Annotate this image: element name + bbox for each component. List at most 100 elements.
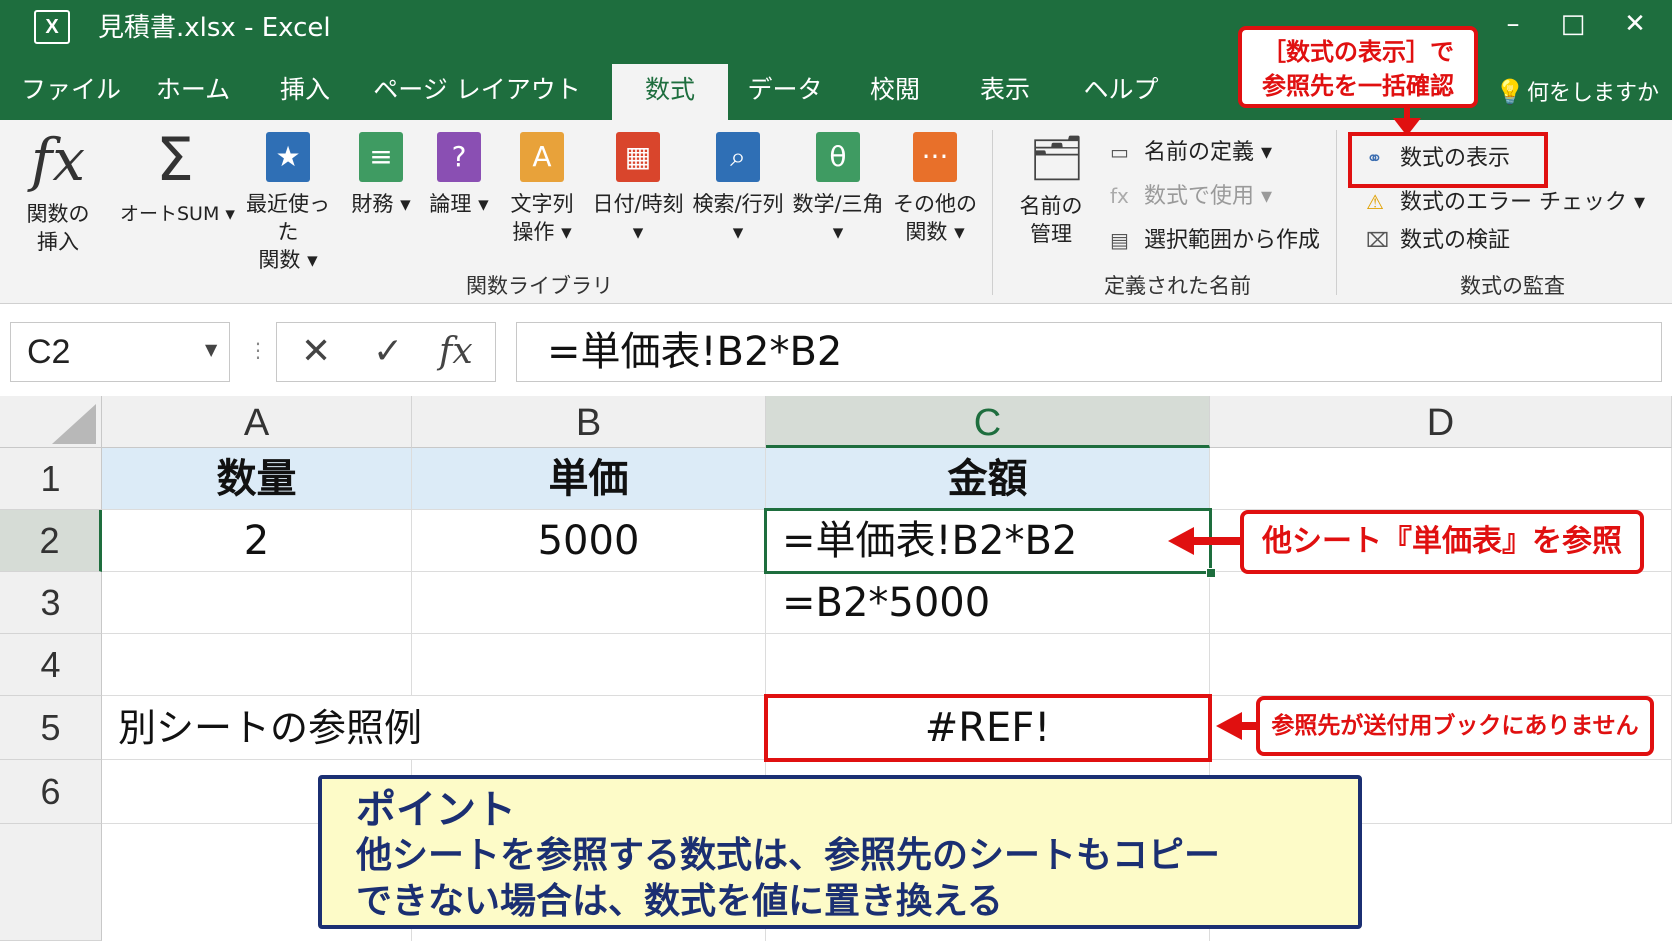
column-header-c[interactable]: C [766,396,1210,448]
name-box[interactable]: C2 [10,322,230,382]
column-header-d[interactable]: D [1210,396,1672,448]
define-name-button[interactable]: ▭ 名前の定義 ▾ [1110,136,1272,169]
financial-button[interactable]: ≡ 財務 ▾ [346,132,416,218]
autosum-button[interactable]: Σ オートSUM ▾ [120,125,235,228]
row-header-1[interactable]: 1 [0,448,102,510]
tab-page-layout[interactable]: ページ レイアウト [372,64,582,120]
group-label-function-library: 関数ライブラリ [466,274,613,298]
point-note-box: ポイント 他シートを参照する数式は、参照先のシートもコピー できない場合は、数式… [318,775,1362,929]
table-icon: ▤ [1110,228,1129,252]
cell-a3[interactable] [102,572,412,634]
maximize-button[interactable]: □ [1548,6,1598,42]
column-header-b[interactable]: B [412,396,766,448]
tab-data[interactable]: データ [740,64,830,120]
name-manager-button[interactable]: 🗂 名前の 管理 [1008,134,1094,248]
callout-arrow-head [1216,712,1242,740]
date-time-button[interactable]: ▦ 日付/時刻 ▾ [590,132,686,246]
ref-error-callout: 参照先が送付用ブックにありません [1256,696,1654,756]
more-functions-button[interactable]: ··· その他の 関数 ▾ [890,132,980,246]
tab-home[interactable]: ホーム [138,64,248,120]
lightbulb-icon: 💡 [1495,78,1525,106]
tell-me-label: 何をしますか [1527,81,1660,106]
enter-icon[interactable]: ✓ [373,329,403,375]
select-all-button[interactable] [0,396,102,448]
use-in-formula-button[interactable]: fx 数式で使用 ▾ [1110,180,1272,213]
formula-bar-grip-icon: ⋮ [248,338,268,362]
show-formulas-highlight [1348,132,1548,188]
active-cell-border [764,508,1212,574]
cell-a2[interactable]: 2 [102,510,412,572]
formula-bar-buttons: ✕ ✓ fx [276,322,496,382]
question-book-icon: ? [437,132,481,182]
star-book-icon: ★ [266,132,310,182]
cell-b3[interactable] [412,572,766,634]
insert-function-button[interactable]: fx 関数の 挿入 [18,128,98,256]
tab-review[interactable]: 校閲 [852,64,938,120]
fill-handle[interactable] [1206,568,1216,578]
row-header-blank [0,824,102,941]
sigma-icon: Σ [156,125,194,195]
tab-insert[interactable]: 挿入 [260,64,350,120]
logical-button[interactable]: ? 論理 ▾ [424,132,494,218]
tab-view[interactable]: 表示 [962,64,1048,120]
cell-b2[interactable]: 5000 [412,510,766,572]
row-header-5[interactable]: 5 [0,696,102,760]
chevron-down-icon[interactable]: ▼ [205,340,217,359]
warning-icon: ⚠ [1366,190,1384,214]
fx-small-icon: fx [1110,184,1129,208]
tab-help[interactable]: ヘルプ [1070,64,1172,120]
callout-arrow-head [1393,118,1421,136]
cancel-icon[interactable]: ✕ [301,329,331,375]
point-title: ポイント [356,787,516,833]
minimize-button[interactable]: – [1488,6,1538,42]
cell-a5[interactable]: 別シートの参照例 [102,696,766,760]
theta-book-icon: θ [816,132,860,182]
group-separator [992,130,993,295]
row-header-2[interactable]: 2 [0,510,102,572]
text-book-icon: A [520,132,564,182]
cell-b1[interactable]: 単価 [412,448,766,510]
row-header-6[interactable]: 6 [0,760,102,824]
tag-icon: ▭ [1110,140,1129,164]
create-from-selection-button[interactable]: ▤ 選択範囲から作成 [1110,224,1320,257]
evaluate-formula-button[interactable]: ⌧ 数式の検証 [1366,224,1510,257]
cell-d3[interactable] [1210,572,1672,634]
cell-c3[interactable]: =B2*5000 [766,572,1210,634]
group-label-defined-names: 定義された名前 [1104,274,1251,298]
cell-b4[interactable] [412,634,766,696]
cell-d1[interactable] [1210,448,1672,510]
formula-input[interactable]: =単価表!B2*B2 [516,322,1662,382]
evaluate-icon: ⌧ [1366,228,1390,252]
tab-formulas[interactable]: 数式 [612,64,728,120]
text-button[interactable]: A 文字列 操作 ▾ [504,132,580,246]
money-book-icon: ≡ [359,132,403,182]
callout-arrow-shaft [1192,537,1240,545]
column-header-a[interactable]: A [102,396,412,448]
name-manager-icon: 🗂 [1029,133,1085,184]
insert-function-icon[interactable]: fx [439,329,473,375]
callout-arrow-shaft [1240,722,1258,730]
recently-used-button[interactable]: ★ 最近使った 関数 ▾ [236,132,340,274]
tell-me-search[interactable]: 💡何をしますか [1495,72,1659,114]
select-all-triangle [52,404,96,444]
cell-c1[interactable]: 金額 [766,448,1210,510]
row-header-4[interactable]: 4 [0,634,102,696]
tab-file[interactable]: ファイル [10,64,132,120]
cell-c4[interactable] [766,634,1210,696]
more-book-icon: ··· [913,132,957,182]
fx-icon: fx [30,126,86,194]
close-button[interactable]: ✕ [1610,6,1660,42]
math-trig-button[interactable]: θ 数学/三角 ▾ [790,132,886,246]
ref-error-highlight [764,694,1212,762]
cell-a4[interactable] [102,634,412,696]
cell-d4[interactable] [1210,634,1672,696]
error-checking-button[interactable]: ⚠ 数式のエラー チェック ▾ [1366,186,1645,219]
callout-arrow-head [1168,527,1194,555]
search-book-icon: ⌕ [716,132,760,182]
cell-a1[interactable]: 数量 [102,448,412,510]
calendar-book-icon: ▦ [616,132,660,182]
window-title: 見積書.xlsx - Excel [98,13,331,43]
row-header-3[interactable]: 3 [0,572,102,634]
point-text-line: できない場合は、数式を値に置き換える [356,881,1003,922]
lookup-button[interactable]: ⌕ 検索/行列 ▾ [690,132,786,246]
